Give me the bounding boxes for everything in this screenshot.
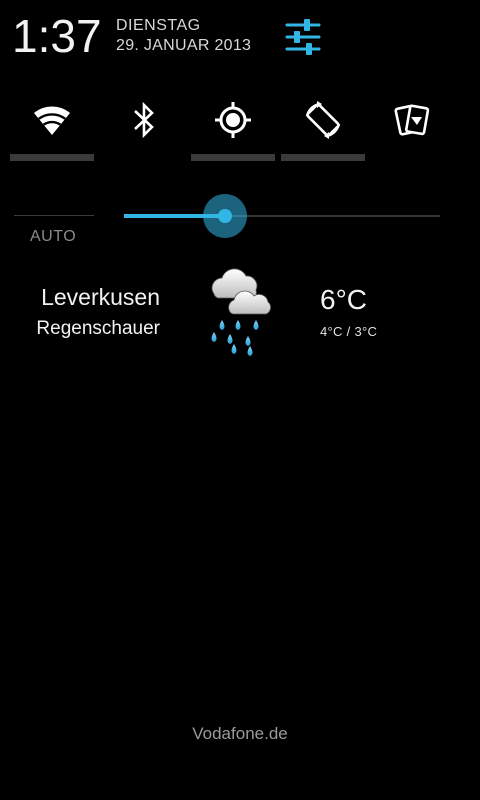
weather-city: Leverkusen: [41, 284, 160, 310]
toggle-wifi[interactable]: [8, 96, 96, 166]
clock[interactable]: 1:37: [12, 10, 102, 62]
gps-icon: [215, 102, 251, 138]
date-block[interactable]: DIENSTAG 29. JANUAR 2013: [116, 16, 251, 56]
toggle-sync[interactable]: [368, 96, 456, 166]
rotate-state-indicator: [281, 154, 365, 161]
rain-showers-icon: [211, 268, 271, 356]
settings-sliders-icon: [285, 19, 321, 55]
weather-widget[interactable]: Leverkusen Regenschauer 6°C 4°C / 3°C: [0, 262, 480, 362]
toggle-bluetooth[interactable]: [100, 96, 188, 166]
settings-button[interactable]: [278, 12, 328, 62]
notification-shade: 1:37 DIENSTAG 29. JANUAR 2013 AUTO Lever…: [0, 0, 480, 800]
wifi-icon: [34, 106, 70, 135]
bluetooth-icon: [134, 101, 154, 139]
brightness-control: AUTO: [0, 190, 480, 254]
weather-condition: Regenschauer: [36, 318, 160, 339]
gps-state-indicator: [191, 154, 275, 161]
weather-temp-range: 4°C / 3°C: [320, 324, 378, 339]
weather-temperature: 6°C: [320, 284, 367, 315]
carrier-label: Vodafone.de: [192, 724, 288, 743]
rotate-icon: [305, 101, 341, 139]
weekday-label: DIENSTAG: [116, 17, 201, 34]
brightness-slider-thumb[interactable]: [203, 194, 247, 238]
auto-brightness-button[interactable]: AUTO: [30, 228, 76, 246]
date-label: 29. JANUAR 2013: [116, 37, 252, 54]
auto-underline: [14, 215, 94, 216]
wifi-state-indicator: [10, 154, 94, 161]
quick-settings-row: [0, 96, 480, 168]
toggle-gps[interactable]: [189, 96, 277, 166]
brightness-slider[interactable]: [124, 194, 440, 238]
sync-cards-icon: [394, 104, 430, 136]
status-header: 1:37 DIENSTAG 29. JANUAR 2013: [0, 0, 480, 72]
toggle-auto-rotate[interactable]: [279, 96, 367, 166]
